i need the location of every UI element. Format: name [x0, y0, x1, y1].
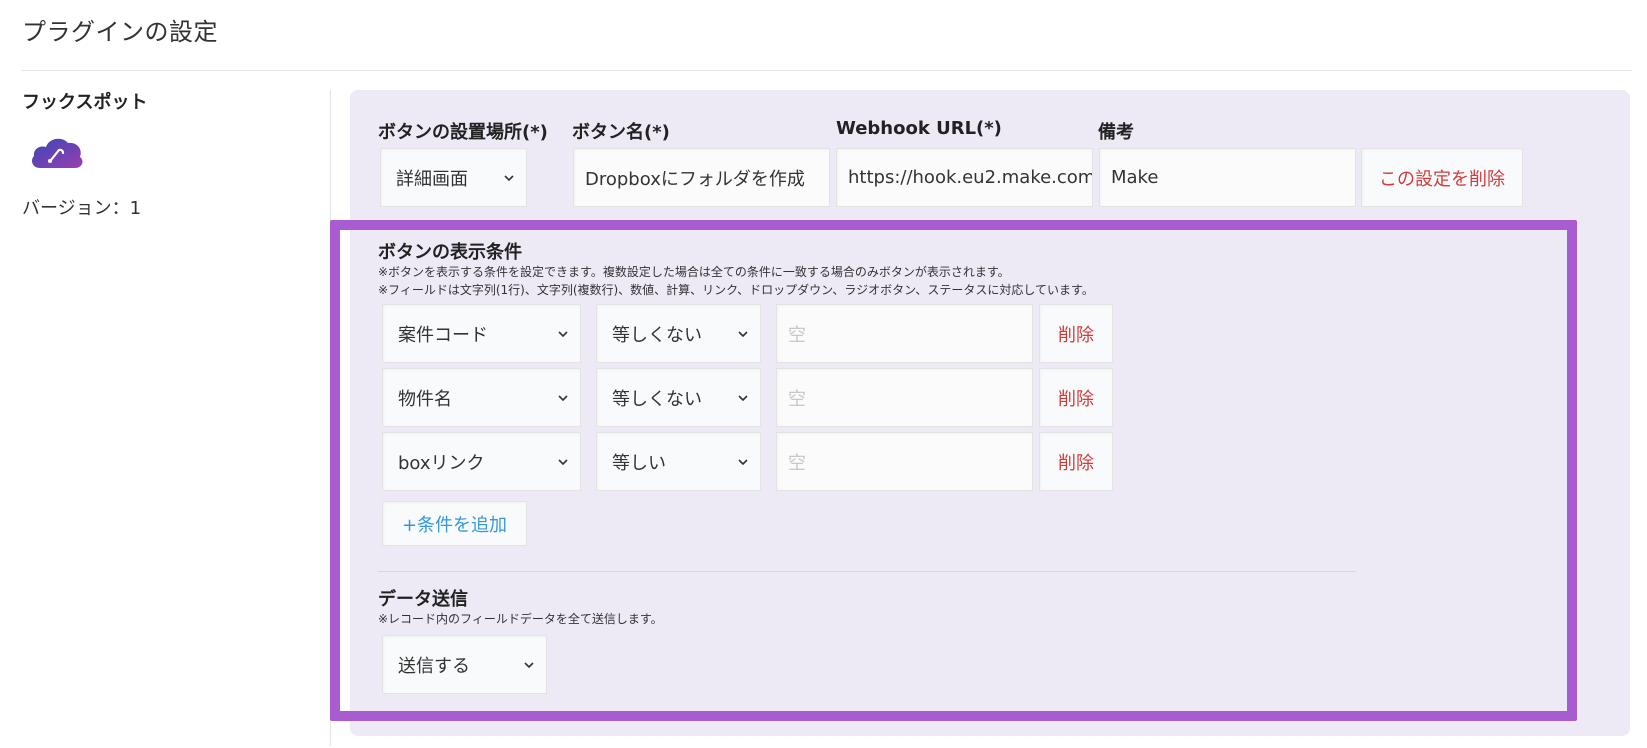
condition-field-select[interactable]: 案件コード [382, 304, 581, 363]
condition-value-input[interactable]: 空 [776, 432, 1033, 491]
condition-field-value: 物件名 [398, 388, 452, 410]
condition-value-input[interactable]: 空 [776, 304, 1033, 363]
webhook-url-input[interactable]: https://hook.eu2.make.com [836, 148, 1093, 207]
condition-operator-select[interactable]: 等しくない [596, 368, 761, 427]
condition-delete-label: 削除 [1058, 324, 1094, 346]
chevron-down-icon [558, 394, 568, 401]
remarks-value: Make [1111, 167, 1159, 188]
remarks-label: 備考 [1098, 122, 1134, 143]
data-send-value: 送信する [398, 655, 470, 677]
data-send-note: ※レコード内のフィールドデータを全て送信します。 [378, 612, 663, 626]
add-condition-label: +条件を追加 [401, 514, 508, 536]
version-label: バージョン： [22, 198, 130, 219]
data-send-title: データ送信 [378, 589, 468, 610]
condition-value-input[interactable]: 空 [776, 368, 1033, 427]
condition-delete-button[interactable]: 削除 [1039, 304, 1113, 363]
display-conditions-note-1: ※ボタンを表示する条件を設定できます。複数設定した場合は全ての条件に一致する場合… [378, 265, 1010, 279]
remarks-input[interactable]: Make [1099, 148, 1356, 207]
display-conditions-note-2: ※フィールドは文字列(1行)、文字列(複数行)、数値、計算、リンク、ドロップダウ… [378, 283, 1094, 297]
webhook-url-value: https://hook.eu2.make.com [848, 167, 1093, 188]
plugin-name: フックスポット [22, 92, 148, 113]
condition-field-value: boxリンク [398, 452, 485, 474]
title-divider [22, 70, 1632, 71]
condition-field-select[interactable]: 物件名 [382, 368, 581, 427]
plugin-info: フックスポット バージョン：1 [22, 88, 302, 220]
version-value: 1 [129, 198, 142, 219]
page-title: プラグインの設定 [22, 18, 218, 46]
section-divider [378, 571, 1356, 572]
chevron-down-icon [524, 661, 534, 668]
add-condition-button[interactable]: +条件を追加 [382, 501, 527, 546]
button-name-input[interactable]: Dropboxにフォルダを作成 [573, 148, 830, 207]
condition-value-placeholder: 空 [788, 452, 806, 474]
condition-field-select[interactable]: boxリンク [382, 432, 581, 491]
condition-operator-select[interactable]: 等しい [596, 432, 761, 491]
condition-delete-button[interactable]: 削除 [1039, 432, 1113, 491]
condition-value-placeholder: 空 [788, 324, 806, 346]
condition-operator-select[interactable]: 等しくない [596, 304, 761, 363]
plugin-version: バージョン：1 [22, 194, 302, 220]
condition-field-value: 案件コード [398, 324, 488, 346]
condition-delete-label: 削除 [1058, 388, 1094, 410]
vertical-divider [330, 90, 331, 746]
data-send-select[interactable]: 送信する [382, 635, 547, 694]
location-select[interactable]: 詳細画面 [380, 148, 527, 207]
condition-operator-value: 等しい [612, 452, 666, 474]
button-name-value: Dropboxにフォルダを作成 [585, 168, 805, 190]
condition-operator-value: 等しくない [612, 324, 702, 346]
chevron-down-icon [738, 458, 748, 465]
condition-value-placeholder: 空 [788, 388, 806, 410]
webhook-url-label: Webhook URL(*) [836, 118, 1002, 139]
delete-setting-label: この設定を削除 [1379, 168, 1505, 190]
condition-delete-button[interactable]: 削除 [1039, 368, 1113, 427]
cloud-hook-icon [32, 138, 83, 168]
chevron-down-icon [558, 330, 568, 337]
display-conditions-title: ボタンの表示条件 [378, 242, 522, 263]
chevron-down-icon [738, 330, 748, 337]
chevron-down-icon [558, 458, 568, 465]
location-select-value: 詳細画面 [396, 168, 468, 190]
button-name-label: ボタン名(*) [572, 122, 670, 143]
chevron-down-icon [504, 174, 514, 181]
condition-delete-label: 削除 [1058, 452, 1094, 474]
delete-setting-button[interactable]: この設定を削除 [1361, 148, 1523, 207]
location-label: ボタンの設置場所(*) [378, 122, 548, 143]
chevron-down-icon [738, 394, 748, 401]
condition-operator-value: 等しくない [612, 388, 702, 410]
